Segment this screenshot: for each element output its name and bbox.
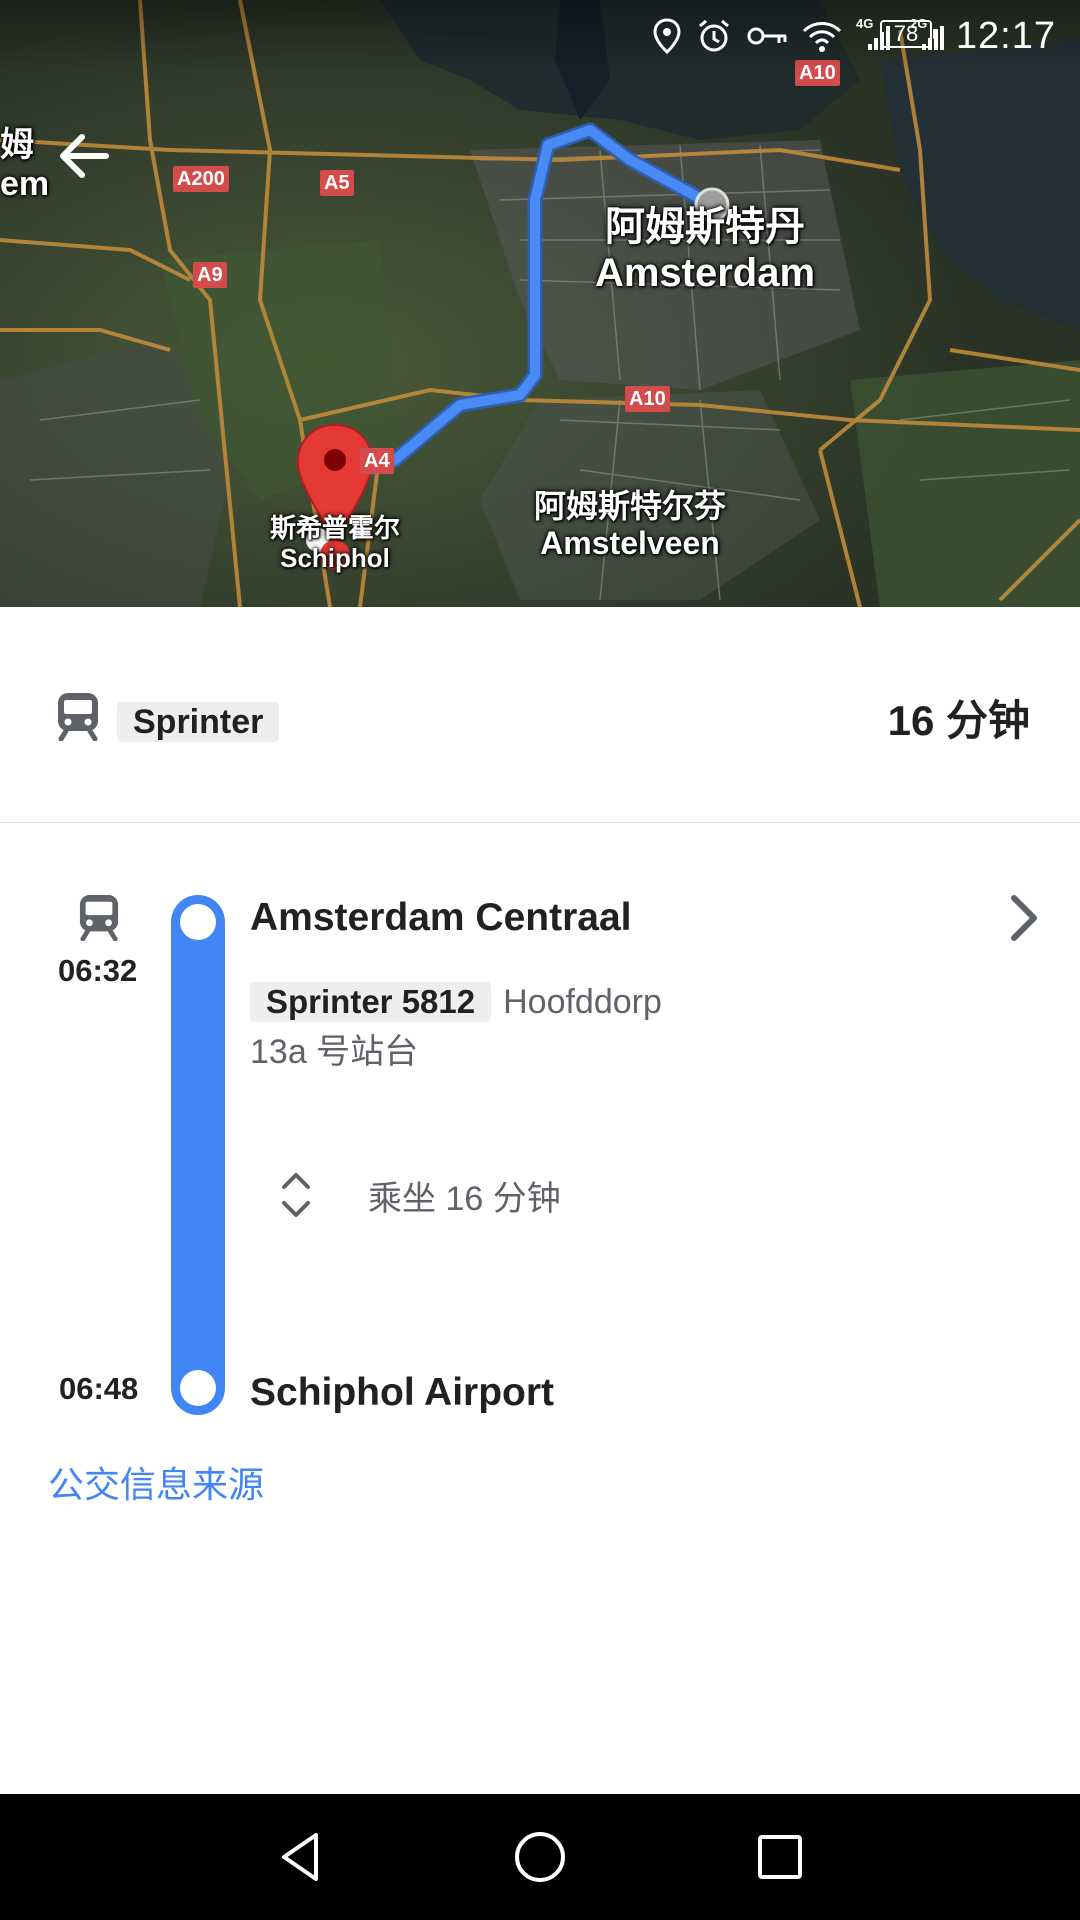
line-chip: Sprinter 5812: [250, 982, 492, 1022]
expand-stops-button[interactable]: 乘坐 16 分钟: [276, 1163, 561, 1227]
recents-square-icon: [758, 1835, 802, 1879]
status-bar: 4G 2G 78 12:17: [0, 0, 1080, 72]
expand-icon: [282, 1173, 310, 1217]
road-shield: A9: [193, 262, 227, 288]
line-chip: Sprinter: [117, 702, 280, 742]
nav-back-button[interactable]: [270, 1827, 330, 1887]
road-shield: A200: [173, 166, 229, 192]
departure-time: 06:32: [58, 953, 138, 988]
map-view[interactable]: A200 A5 A9 A10 A10 A4 姆 em 阿姆斯特丹 Amsterd…: [0, 0, 1080, 607]
departure-stop-dot: [180, 904, 216, 940]
map-label-amsterdam: 阿姆斯特丹 Amsterdam: [594, 205, 816, 295]
ride-duration: 乘坐 16 分钟: [368, 1179, 561, 1218]
road-shield: A5: [320, 170, 354, 196]
train-icon: [58, 693, 98, 741]
arrow-back-icon: [60, 134, 109, 178]
vpn-key-icon: [747, 27, 787, 45]
chevron-right-icon: [1011, 895, 1037, 941]
wifi-icon: [802, 22, 842, 52]
arrival-stop-dot: [180, 1370, 216, 1406]
map-label-schiphol: 斯希普霍尔 Schiphol: [269, 513, 400, 573]
back-triangle-icon: [282, 1833, 318, 1881]
location-icon: [653, 18, 681, 54]
departure-station[interactable]: Amsterdam Centraal: [250, 893, 631, 943]
route-summary: Sprinter 16 分钟: [0, 607, 1080, 823]
train-icon: [79, 895, 119, 941]
trip-duration: 16 分钟: [887, 697, 1030, 744]
headsign: Hoofddorp: [503, 982, 662, 1021]
transit-info-source-link[interactable]: 公交信息来源: [48, 1460, 264, 1510]
arrival-station[interactable]: Schiphol Airport: [250, 1368, 554, 1418]
nav-home-button[interactable]: [510, 1827, 570, 1887]
line-info: Sprinter 5812 Hoofddorp: [250, 980, 662, 1024]
home-circle-icon: [515, 1832, 565, 1882]
trip-timeline: 06:32 06:48 Amsterdam Centraal Sprinter …: [0, 823, 1080, 1423]
alarm-icon: [699, 19, 729, 52]
road-shield: A10: [625, 386, 670, 412]
chevron-right-button[interactable]: [1000, 890, 1048, 951]
back-button[interactable]: [52, 124, 116, 188]
status-clock: 12:17: [955, 15, 1056, 57]
navigation-bar: [0, 1794, 1080, 1920]
arrival-time: 06:48: [59, 1371, 139, 1406]
road-shield: A4: [360, 448, 394, 474]
map-label-left-edge: 姆 em: [0, 126, 50, 204]
battery-indicator: 78: [880, 20, 938, 48]
transit-line-bar: [171, 895, 225, 1415]
platform: 13a 号站台: [250, 1033, 419, 1071]
nav-recents-button[interactable]: [750, 1827, 810, 1887]
map-label-amstelveen: 阿姆斯特尔芬 Amstelveen: [533, 488, 726, 561]
